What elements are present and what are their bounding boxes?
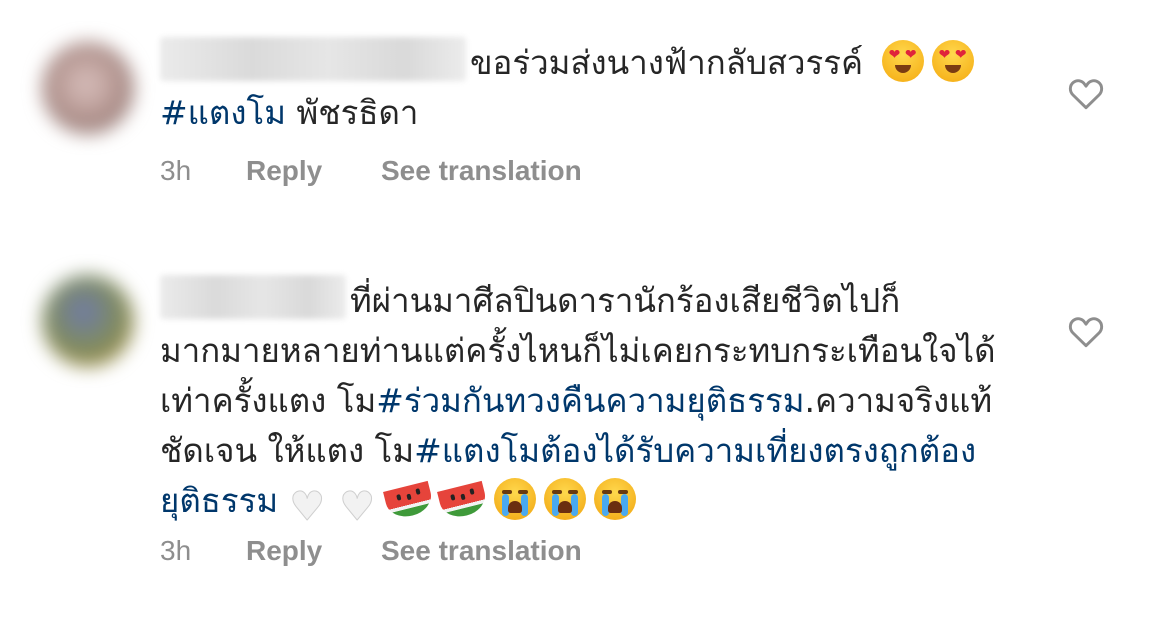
loudly-crying-face-emoji-icon bbox=[544, 478, 587, 520]
commenter-avatar[interactable] bbox=[42, 275, 134, 367]
comment-timestamp: 3h bbox=[160, 535, 192, 566]
watermelon-emoji-icon bbox=[437, 480, 490, 522]
comment-text-part: ขอร่วมส่งนางฟ้ากลับสวรรค์ bbox=[470, 43, 864, 82]
comment-timestamp: 3h bbox=[160, 155, 192, 186]
heart-outline-icon[interactable] bbox=[1067, 314, 1105, 348]
see-translation-button[interactable]: See translation bbox=[381, 535, 582, 567]
hashtag-link[interactable]: #ร่วมกันทวงคืนความยุติธรรม bbox=[376, 381, 804, 420]
loudly-crying-face-emoji-icon bbox=[494, 478, 537, 520]
username-redacted[interactable] bbox=[160, 275, 346, 319]
comment-text: ขอร่วมส่งนางฟ้ากลับสวรรค์ #แตงโม พัชรธิด… bbox=[160, 37, 1010, 138]
comment-text-part: พัชรธิดา bbox=[285, 93, 419, 132]
loudly-crying-face-emoji-icon bbox=[594, 478, 637, 520]
white-heart-emoji-icon: ♥ bbox=[289, 484, 326, 530]
comment-1: ขอร่วมส่งนางฟ้ากลับสวรรค์ #แตงโม พัชรธิด… bbox=[0, 0, 1170, 230]
comment-2: ที่ผ่านมาศีลปินดารานักร้องเสียชีวิตไปก็ม… bbox=[0, 255, 1170, 624]
heart-outline-icon[interactable] bbox=[1067, 76, 1105, 110]
heart-eyes-emoji-icon bbox=[881, 40, 924, 82]
reply-button[interactable]: Reply bbox=[246, 155, 322, 187]
see-translation-button[interactable]: See translation bbox=[381, 155, 582, 187]
hashtag-link[interactable]: #แตงโม bbox=[160, 93, 286, 132]
heart-eyes-emoji-icon bbox=[931, 40, 974, 82]
comment-text: ที่ผ่านมาศีลปินดารานักร้องเสียชีวิตไปก็ม… bbox=[160, 275, 1010, 530]
watermelon-emoji-icon bbox=[383, 480, 436, 522]
username-redacted[interactable] bbox=[160, 37, 466, 81]
reply-button[interactable]: Reply bbox=[246, 535, 322, 567]
commenter-avatar[interactable] bbox=[42, 42, 134, 134]
white-heart-emoji-icon: ♥ bbox=[339, 484, 376, 530]
